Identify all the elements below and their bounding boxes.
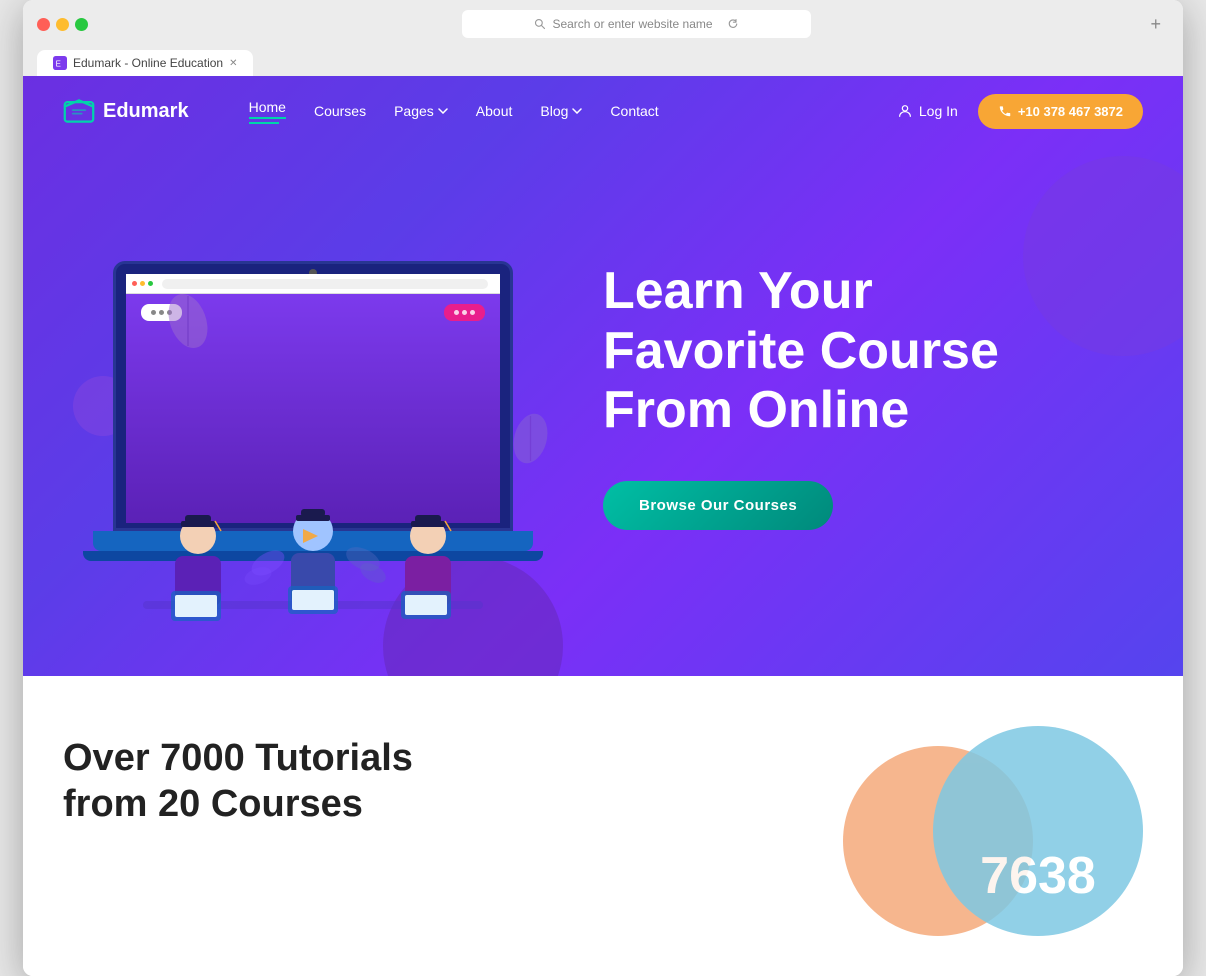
stats-text: Over 7000 Tutorials from 20 Courses (63, 736, 783, 827)
website-content: Edumark Home Courses Pages About (23, 76, 1183, 976)
logo-icon (63, 95, 95, 127)
login-label: Log In (919, 103, 958, 119)
nav-about-link[interactable]: About (476, 103, 513, 119)
address-bar[interactable]: Search or enter website name (462, 10, 812, 38)
browser-chrome: Search or enter website name + E Edumark… (23, 0, 1183, 76)
stats-heading-line1: Over 7000 Tutorials (63, 737, 413, 779)
logo-text: Edumark (103, 100, 189, 123)
user-icon (897, 103, 913, 119)
nav-blog-label: Blog (540, 103, 568, 119)
browser-top-bar: Search or enter website name + (37, 10, 1169, 38)
nav-pages-link[interactable]: Pages (394, 103, 448, 119)
hero-heading-line2: Favorite Course (603, 322, 999, 380)
close-dot[interactable] (37, 18, 50, 31)
nav-contact-link[interactable]: Contact (610, 103, 658, 119)
stats-heading: Over 7000 Tutorials from 20 Courses (63, 736, 783, 827)
phone-number: +10 378 467 3872 (1018, 104, 1123, 119)
pages-chevron-icon (438, 108, 448, 114)
login-button[interactable]: Log In (897, 103, 958, 119)
students-illustration (103, 491, 523, 641)
browser-tabs: E Edumark - Online Education ✕ (37, 50, 1169, 76)
tab-favicon: E (53, 56, 67, 70)
stats-circle-blue: 7638 (933, 726, 1143, 936)
hero-heading-line3: From Online (603, 381, 909, 439)
hero-section: Edumark Home Courses Pages About (23, 76, 1183, 676)
hero-illustration (63, 231, 563, 561)
nav-right: Log In +10 378 467 3872 (897, 94, 1143, 129)
navbar: Edumark Home Courses Pages About (23, 76, 1183, 146)
logo-link[interactable]: Edumark (63, 95, 189, 127)
address-text: Search or enter website name (552, 17, 712, 31)
nav-home-link[interactable]: Home (249, 99, 286, 119)
tab-close-button[interactable]: ✕ (229, 58, 237, 69)
active-tab[interactable]: E Edumark - Online Education ✕ (37, 50, 253, 76)
minimize-dot[interactable] (56, 18, 69, 31)
nav-blog-link[interactable]: Blog (540, 103, 582, 119)
phone-button[interactable]: +10 378 467 3872 (978, 94, 1143, 129)
stats-circles: 7638 (823, 736, 1143, 936)
phone-icon (998, 104, 1012, 118)
new-tab-button[interactable]: + (1143, 14, 1170, 35)
traffic-lights (37, 18, 88, 31)
leaf-1 (163, 291, 213, 356)
nav-active-underline (249, 122, 279, 124)
browse-courses-button[interactable]: Browse Our Courses (603, 481, 833, 530)
hero-heading: Learn Your Favorite Course From Online (603, 262, 1143, 441)
hero-content: Learn Your Favorite Course From Online B… (23, 151, 1183, 601)
hero-text-block: Learn Your Favorite Course From Online B… (603, 262, 1143, 530)
search-icon (534, 18, 546, 30)
nav-links: Home Courses Pages About Blog (249, 99, 659, 124)
svg-text:E: E (56, 60, 61, 69)
hero-heading-line1: Learn Your (603, 262, 873, 320)
maximize-dot[interactable] (75, 18, 88, 31)
blog-chevron-icon (572, 108, 582, 114)
browser-window: Search or enter website name + E Edumark… (23, 0, 1183, 976)
nav-pages-label: Pages (394, 103, 434, 119)
stats-section: Over 7000 Tutorials from 20 Courses 7638 (23, 676, 1183, 976)
tab-title: Edumark - Online Education (73, 56, 223, 70)
leaf-2 (508, 411, 553, 471)
stats-heading-line2: from 20 Courses (63, 783, 363, 825)
stats-number: 7638 (980, 846, 1096, 906)
nav-courses-link[interactable]: Courses (314, 103, 366, 119)
nav-item-home: Home (249, 99, 286, 124)
navbar-inner: Edumark Home Courses Pages About (63, 94, 1143, 129)
reload-icon[interactable] (727, 18, 739, 30)
